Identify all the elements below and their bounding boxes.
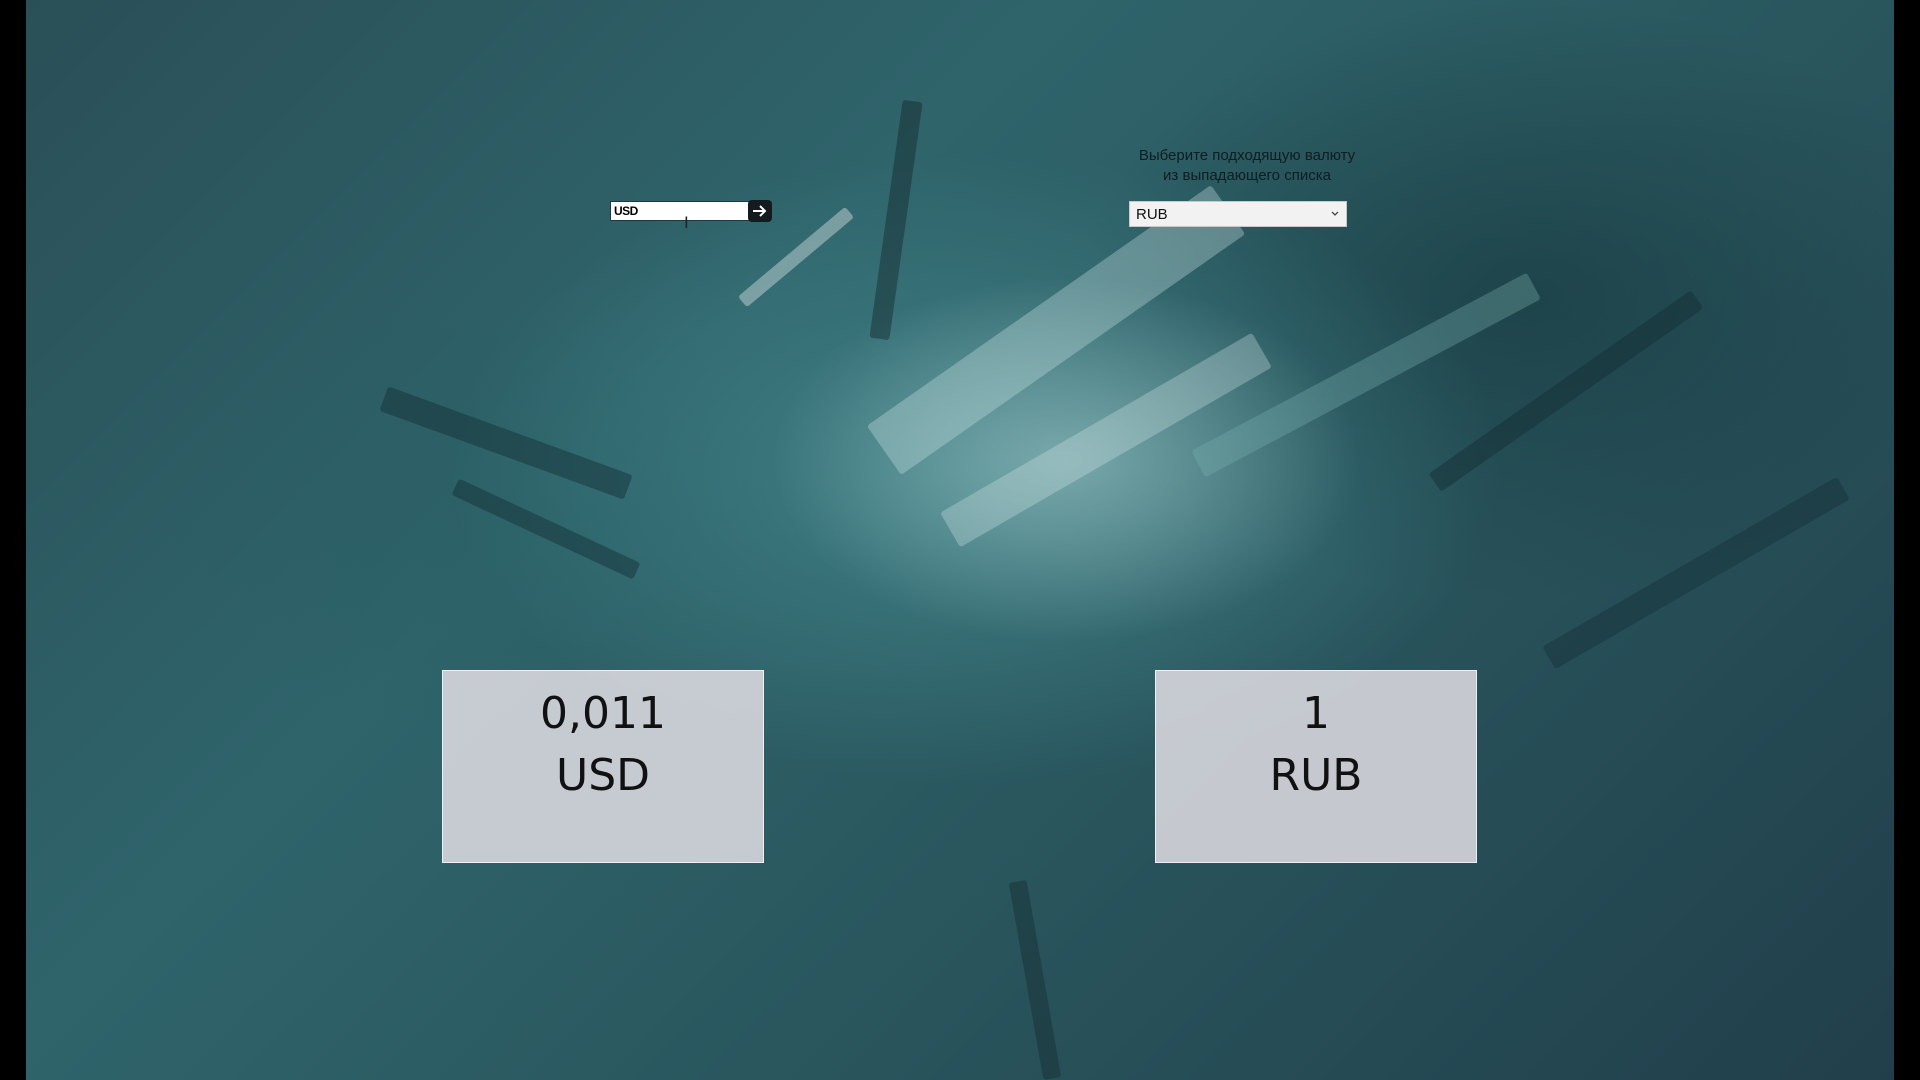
background-stroke xyxy=(451,478,641,580)
background-stroke xyxy=(1008,879,1062,1080)
submit-button[interactable] xyxy=(748,200,772,222)
hint-line-2: из выпадающего списка xyxy=(1163,167,1331,184)
background-stroke xyxy=(1191,272,1541,478)
text-cursor-icon: I xyxy=(684,213,689,232)
arrow-right-icon xyxy=(753,205,767,217)
currency-hint: Выберите подходящую валюту из выпадающег… xyxy=(1122,146,1372,186)
background-stroke xyxy=(1428,290,1704,492)
background-stroke xyxy=(866,184,1246,476)
to-amount: 1 xyxy=(1302,688,1330,739)
background-stroke xyxy=(940,332,1272,548)
app-window: I Выберите подходящую валюту из выпадающ… xyxy=(26,0,1894,1080)
currency-select[interactable]: RUB xyxy=(1129,201,1347,227)
currency-input[interactable] xyxy=(610,201,750,221)
hint-line-1: Выберите подходящую валюту xyxy=(1138,147,1356,164)
background-stroke xyxy=(869,99,923,341)
to-currency: RUB xyxy=(1269,750,1363,801)
currency-input-group xyxy=(610,200,774,222)
from-result-card: 0,011 USD xyxy=(442,670,764,863)
from-currency: USD xyxy=(555,750,650,801)
currency-select-value: RUB xyxy=(1136,205,1168,223)
from-amount: 0,011 xyxy=(540,688,666,739)
to-result-card: 1 RUB xyxy=(1155,670,1477,863)
chevron-down-icon xyxy=(1331,211,1339,216)
background-stroke xyxy=(1542,476,1850,670)
background-stroke xyxy=(379,386,633,500)
